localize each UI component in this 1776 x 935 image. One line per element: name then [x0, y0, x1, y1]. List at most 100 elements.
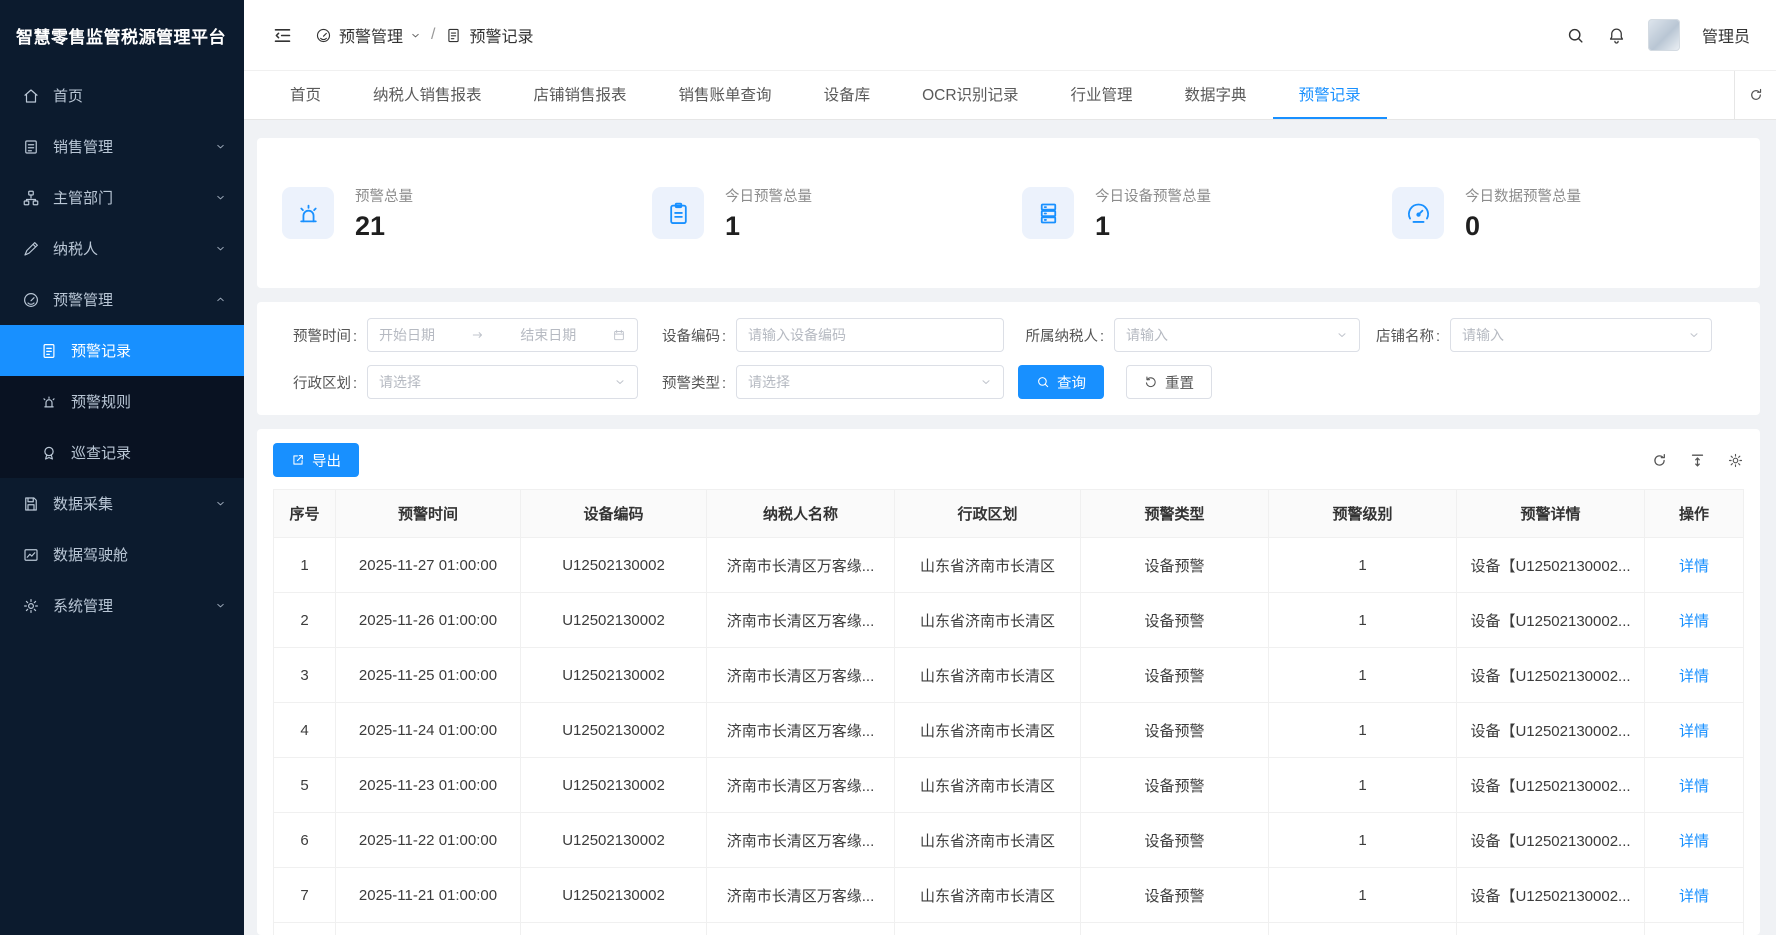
tab-home[interactable]: 首页 [264, 71, 347, 119]
stat-value: 0 [1465, 211, 1581, 242]
export-button[interactable]: 导出 [273, 443, 359, 477]
sidebar-item-supervising-dept[interactable]: 主管部门 [0, 172, 244, 223]
column-header: 预警时间 [336, 490, 521, 538]
app-title: 智慧零售监管税源管理平台 [0, 0, 244, 70]
bell-icon[interactable] [1607, 26, 1626, 45]
menu-fold-icon[interactable] [272, 25, 293, 46]
tabbar: 首页纳税人销售报表店铺销售报表销售账单查询设备库OCR识别记录行业管理数据字典预… [244, 70, 1776, 120]
cell-region: 山东省济南市长清区 [895, 703, 1081, 758]
cell-detail: 设备【U12502130002... [1457, 923, 1645, 935]
stat-icon-box [1392, 187, 1444, 239]
stat-today-device-alert-total: 今日设备预警总量1 [1022, 185, 1392, 242]
region-select[interactable]: 请选择 [367, 365, 638, 399]
search-button[interactable]: 查询 [1018, 365, 1104, 399]
tab-taxpayer-sales-report[interactable]: 纳税人销售报表 [347, 71, 508, 119]
tab-store-sales-report[interactable]: 店铺销售报表 [508, 71, 653, 119]
column-height-icon[interactable] [1689, 452, 1706, 469]
sidebar-item-alert-rules[interactable]: 预警规则 [0, 376, 244, 427]
column-header: 序号 [274, 490, 336, 538]
cell-region: 山东省济南市长清区 [895, 648, 1081, 703]
cell-detail: 设备【U12502130002... [1457, 703, 1645, 758]
sidebar-item-alert-records[interactable]: 预警记录 [0, 325, 244, 376]
alarm-icon [40, 393, 58, 411]
alert-records-table: 序号预警时间设备编码纳税人名称行政区划预警类型预警级别预警详情操作12025-1… [273, 489, 1744, 935]
sidebar-item-label: 巡查记录 [71, 442, 131, 463]
tab-ocr-records[interactable]: OCR识别记录 [896, 71, 1044, 119]
sidebar-item-label: 首页 [53, 85, 83, 106]
refresh-icon[interactable] [1651, 452, 1668, 469]
detail-link[interactable]: 详情 [1679, 558, 1709, 575]
breadcrumb-parent[interactable]: 预警管理 [339, 23, 403, 47]
chevron-down-icon [215, 498, 226, 509]
cell-action: 详情 [1645, 648, 1744, 703]
cell-level: 1 [1269, 813, 1457, 868]
column-header: 操作 [1645, 490, 1744, 538]
alert-type-select[interactable]: 请选择 [736, 365, 1004, 399]
detail-link[interactable]: 详情 [1679, 668, 1709, 685]
breadcrumb: 预警管理 / 预警记录 [315, 23, 533, 47]
tab-device-library[interactable]: 设备库 [798, 71, 897, 119]
stat-today-data-alert-total: 今日数据预警总量0 [1392, 185, 1762, 242]
device-code-input[interactable] [736, 318, 1004, 352]
avatar[interactable] [1648, 19, 1680, 51]
cell-level: 1 [1269, 648, 1457, 703]
sidebar-item-patrol-records[interactable]: 巡查记录 [0, 427, 244, 478]
detail-link[interactable]: 详情 [1679, 833, 1709, 850]
detail-link[interactable]: 详情 [1679, 613, 1709, 630]
range-arrow-icon [471, 328, 485, 342]
cell-detail: 设备【U12502130002... [1457, 758, 1645, 813]
alert-time-range-picker[interactable]: 开始日期 结束日期 [367, 318, 638, 352]
sidebar-item-label: 预警记录 [71, 340, 131, 361]
sidebar-item-taxpayer[interactable]: 纳税人 [0, 223, 244, 274]
submenu-alert-management: 预警记录预警规则巡查记录 [0, 325, 244, 478]
chevron-up-icon [215, 294, 226, 305]
cell-region: 山东省济南市长清区 [895, 538, 1081, 593]
cell-detail: 设备【U12502130002... [1457, 538, 1645, 593]
search-icon[interactable] [1566, 26, 1585, 45]
tab-alert-records[interactable]: 预警记录 [1273, 71, 1387, 119]
detail-link[interactable]: 详情 [1679, 723, 1709, 740]
column-header: 纳税人名称 [707, 490, 895, 538]
chevron-down-icon [1336, 329, 1348, 341]
tab-refresh-button[interactable] [1734, 71, 1776, 119]
home-icon [22, 87, 40, 105]
reset-button[interactable]: 重置 [1126, 365, 1212, 399]
taxpayer-select[interactable]: 请输入 [1114, 318, 1360, 352]
device-code-label: 设备编码 [652, 325, 736, 346]
tab-industry-management[interactable]: 行业管理 [1045, 71, 1159, 119]
sidebar-item-data-cockpit[interactable]: 数据驾驶舱 [0, 529, 244, 580]
sidebar: 智慧零售监管税源管理平台 首页销售管理主管部门纳税人预警管理预警记录预警规则巡查… [0, 0, 244, 935]
gauge-icon [22, 291, 40, 309]
cell-action: 详情 [1645, 758, 1744, 813]
sidebar-item-system-management[interactable]: 系统管理 [0, 580, 244, 631]
sidebar-item-data-collection[interactable]: 数据采集 [0, 478, 244, 529]
main-area: 预警管理 / 预警记录 管理员 首页纳税人销售报表店铺销售报表销售账单查询设备库… [244, 0, 1776, 935]
tab-data-dictionary[interactable]: 数据字典 [1159, 71, 1273, 119]
settings-icon[interactable] [1727, 452, 1744, 469]
filter-panel: 预警时间 开始日期 结束日期 设备编码 所属纳税人 请输入 [257, 302, 1760, 415]
tab-sales-bill-query[interactable]: 销售账单查询 [653, 71, 798, 119]
sidebar-item-home[interactable]: 首页 [0, 70, 244, 121]
table-tools [1651, 452, 1744, 469]
cell-no: 8 [274, 923, 336, 935]
store-name-placeholder: 请输入 [1462, 325, 1504, 345]
sidebar-menu: 首页销售管理主管部门纳税人预警管理预警记录预警规则巡查记录数据采集数据驾驶舱系统… [0, 70, 244, 935]
cell-type: 设备预警 [1081, 593, 1269, 648]
cell-device: U12502130002 [521, 648, 707, 703]
stat-text: 预警总量21 [355, 185, 413, 242]
stat-value: 1 [725, 211, 812, 242]
detail-link[interactable]: 详情 [1679, 888, 1709, 905]
sidebar-item-alert-management[interactable]: 预警管理 [0, 274, 244, 325]
sidebar-item-sales-management[interactable]: 销售管理 [0, 121, 244, 172]
store-name-select[interactable]: 请输入 [1450, 318, 1712, 352]
cell-type: 设备预警 [1081, 923, 1269, 935]
taxpayer-icon [22, 240, 40, 258]
cell-type: 设备预警 [1081, 813, 1269, 868]
detail-link[interactable]: 详情 [1679, 778, 1709, 795]
cell-device: U12502130002 [521, 923, 707, 935]
store-name-label: 店铺名称 [1374, 325, 1450, 346]
sidebar-item-label: 纳税人 [53, 238, 98, 259]
stat-today-alert-total: 今日预警总量1 [652, 185, 1022, 242]
username[interactable]: 管理员 [1702, 23, 1750, 47]
cell-level: 1 [1269, 923, 1457, 935]
